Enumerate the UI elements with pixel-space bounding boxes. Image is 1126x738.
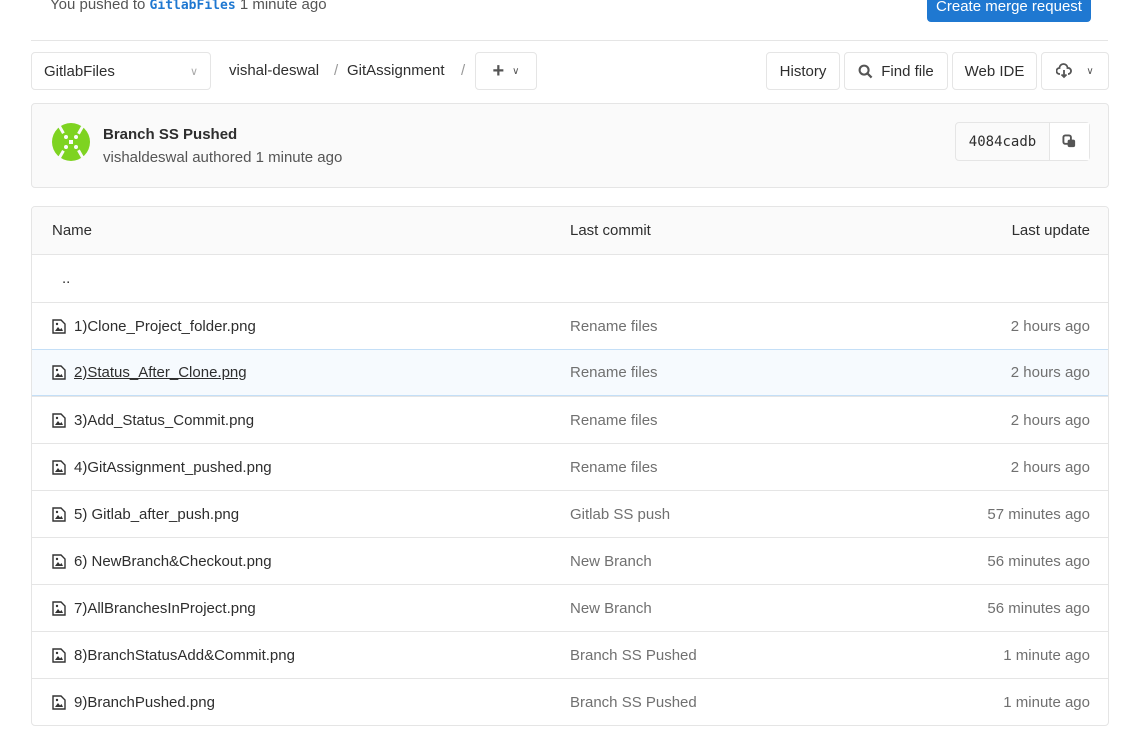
push-time: 1 minute ago [239, 0, 327, 13]
commit-sha-group: 4084cadb [955, 122, 1090, 161]
commit-author[interactable]: vishaldeswal [103, 149, 188, 166]
image-file-icon [52, 694, 66, 710]
file-name-cell: 4)GitAssignment_pushed.png [52, 459, 272, 476]
file-name-cell: 7)AllBranchesInProject.png [52, 600, 256, 617]
parent-directory-row[interactable]: .. [32, 255, 1108, 302]
table-row[interactable]: 5) Gitlab_after_push.png Gitlab SS push … [32, 490, 1108, 537]
file-name-cell: 8)BranchStatusAdd&Commit.png [52, 647, 295, 664]
image-file-icon [52, 318, 66, 334]
table-header: Name Last commit Last update [32, 207, 1108, 255]
history-button[interactable]: History [766, 52, 840, 90]
commit-message-link[interactable]: Rename files [570, 412, 658, 429]
table-row[interactable]: 9)BranchPushed.png Branch SS Pushed 1 mi… [32, 678, 1108, 725]
commit-meta: vishaldeswal authored 1 minute ago [103, 149, 342, 166]
image-file-icon [52, 600, 66, 616]
table-row[interactable]: 3)Add_Status_Commit.png Rename files 2 h… [32, 396, 1108, 443]
table-row[interactable]: 8)BranchStatusAdd&Commit.png Branch SS P… [32, 631, 1108, 678]
breadcrumb-project[interactable]: GitAssignment [347, 62, 445, 79]
commit-message-link[interactable]: Gitlab SS push [570, 506, 670, 523]
push-notice: You pushed to GitlabFiles 1 minute ago [50, 0, 327, 13]
parent-directory-link[interactable]: .. [62, 270, 70, 287]
find-file-label: Find file [881, 62, 934, 80]
copy-icon [1062, 134, 1076, 148]
update-time: 57 minutes ago [987, 505, 1090, 523]
branch-select[interactable]: GitlabFiles ∨ [31, 52, 211, 90]
image-file-icon [52, 553, 66, 569]
plus-icon: + [492, 59, 505, 82]
image-file-icon [52, 412, 66, 428]
file-name-cell: 2)Status_After_Clone.png [52, 364, 247, 381]
commit-title[interactable]: Branch SS Pushed [103, 126, 237, 143]
authored-label: authored [192, 149, 252, 166]
commit-message-link[interactable]: Branch SS Pushed [570, 694, 697, 711]
last-commit-panel: Branch SS Pushed vishaldeswal authored 1… [31, 103, 1109, 188]
breadcrumb-separator: / [461, 62, 466, 79]
table-row[interactable]: 2)Status_After_Clone.png Rename files 2 … [32, 349, 1108, 396]
branch-select-value: GitlabFiles [44, 62, 115, 80]
file-link[interactable]: 9)BranchPushed.png [74, 694, 215, 711]
file-link[interactable]: 2)Status_After_Clone.png [74, 364, 247, 381]
file-name-cell: 3)Add_Status_Commit.png [52, 412, 254, 429]
image-file-icon [52, 647, 66, 663]
commit-message-link[interactable]: New Branch [570, 553, 652, 570]
file-name-cell: 1)Clone_Project_folder.png [52, 318, 256, 335]
update-time: 2 hours ago [1010, 364, 1090, 381]
update-time: 1 minute ago [1003, 646, 1090, 664]
add-dropdown-button[interactable]: + ∨ [475, 52, 537, 90]
update-time: 56 minutes ago [987, 599, 1090, 617]
file-name-cell: 6) NewBranch&Checkout.png [52, 553, 272, 570]
file-name-cell: 9)BranchPushed.png [52, 694, 215, 711]
update-time: 2 hours ago [1010, 411, 1090, 429]
push-notice-text: You pushed to [50, 0, 146, 13]
column-name: Name [52, 222, 93, 239]
table-row[interactable]: 7)AllBranchesInProject.png New Branch 56… [32, 584, 1108, 631]
commit-message-link[interactable]: New Branch [570, 600, 652, 617]
update-time: 2 hours ago [1010, 317, 1090, 335]
commit-message-link[interactable]: Rename files [570, 318, 658, 335]
search-icon [858, 64, 873, 78]
commit-message-link[interactable]: Branch SS Pushed [570, 647, 697, 664]
table-row[interactable]: 6) NewBranch&Checkout.png New Branch 56 … [32, 537, 1108, 584]
web-ide-button[interactable]: Web IDE [952, 52, 1037, 90]
file-link[interactable]: 1)Clone_Project_folder.png [74, 318, 256, 335]
chevron-down-icon: ∨ [1086, 65, 1094, 77]
chevron-down-icon: ∨ [512, 65, 520, 77]
avatar[interactable] [52, 123, 90, 161]
file-link[interactable]: 3)Add_Status_Commit.png [74, 412, 254, 429]
update-time: 2 hours ago [1010, 458, 1090, 476]
table-row[interactable]: 1)Clone_Project_folder.png Rename files … [32, 302, 1108, 349]
column-last-commit: Last commit [570, 222, 651, 239]
find-file-button[interactable]: Find file [844, 52, 948, 90]
pushed-branch-name[interactable]: GitlabFiles [150, 0, 236, 13]
update-time: 1 minute ago [1003, 693, 1090, 711]
update-time: 56 minutes ago [987, 552, 1090, 570]
commit-sha[interactable]: 4084cadb [956, 123, 1050, 160]
file-name-cell: 5) Gitlab_after_push.png [52, 506, 239, 523]
divider [31, 40, 1108, 41]
cloud-download-icon [1056, 63, 1073, 79]
image-file-icon [52, 365, 66, 380]
breadcrumb-namespace[interactable]: vishal-deswal [229, 62, 319, 79]
commit-time: 1 minute ago [255, 149, 343, 166]
chevron-down-icon: ∨ [189, 65, 198, 78]
file-tree-table: Name Last commit Last update .. 1)Clone_… [31, 206, 1109, 726]
breadcrumb-separator: / [334, 62, 339, 79]
image-file-icon [52, 459, 66, 475]
file-link[interactable]: 5) Gitlab_after_push.png [74, 506, 239, 523]
create-merge-request-button[interactable]: Create merge request [927, 0, 1091, 22]
image-file-icon [52, 506, 66, 522]
file-link[interactable]: 7)AllBranchesInProject.png [74, 600, 256, 617]
file-link[interactable]: 8)BranchStatusAdd&Commit.png [74, 647, 295, 664]
commit-message-link[interactable]: Rename files [570, 459, 658, 476]
file-link[interactable]: 6) NewBranch&Checkout.png [74, 553, 272, 570]
table-row[interactable]: 4)GitAssignment_pushed.png Rename files … [32, 443, 1108, 490]
commit-message-link[interactable]: Rename files [570, 364, 658, 381]
copy-sha-button[interactable] [1050, 123, 1089, 160]
download-dropdown-button[interactable]: ∨ [1041, 52, 1109, 90]
column-last-update: Last update [1011, 222, 1090, 239]
file-link[interactable]: 4)GitAssignment_pushed.png [74, 459, 272, 476]
